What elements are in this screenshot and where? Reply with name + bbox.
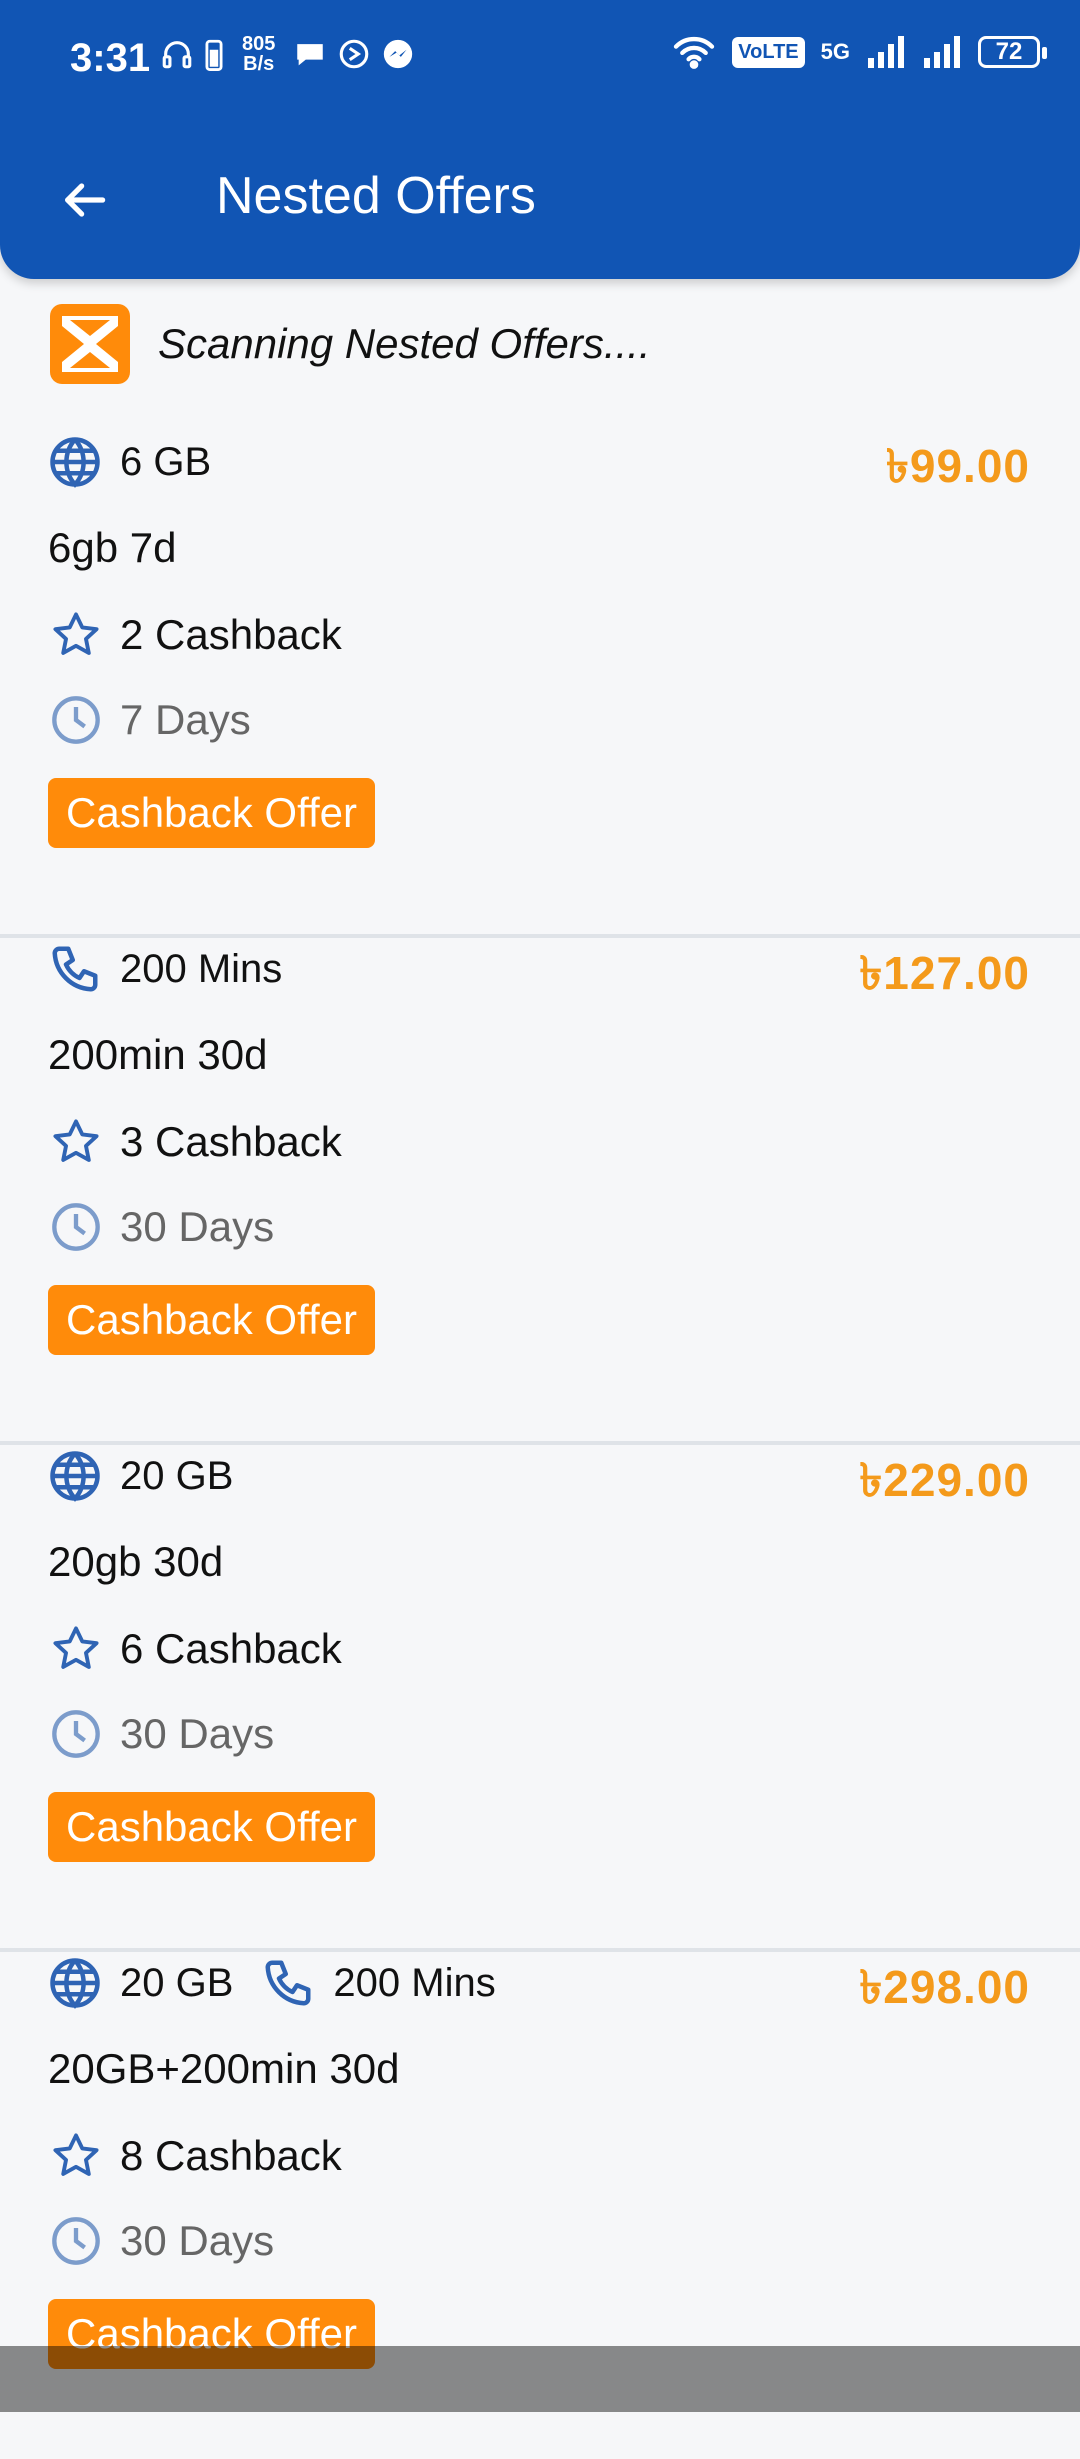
offer-features: 20 GB 200 Mins (48, 1953, 496, 2013)
star-icon (53, 2133, 99, 2176)
globe-icon (50, 1958, 100, 2009)
offer-features: 200 Mins (48, 939, 282, 999)
battery-saver-icon (205, 39, 223, 71)
arrow-left-icon (65, 183, 106, 217)
volte-badge: VoLTE (732, 36, 805, 68)
clock-icon (52, 696, 100, 744)
feature-minutes: 200 Mins (48, 942, 282, 996)
offer-cashback: 6 Cashback (50, 1623, 342, 1675)
globe-icon (50, 1451, 100, 1502)
divider (0, 1441, 1080, 1445)
offer-cashback: 3 Cashback (50, 1116, 342, 1168)
cashback-offer-button[interactable]: Cashback Offer (48, 778, 376, 848)
network-type: 5G (820, 39, 850, 64)
offer-validity: 30 Days (50, 2215, 274, 2267)
messenger-icon (384, 39, 413, 69)
clock-icon (52, 1203, 100, 1251)
offer-name: 20GB+200min 30d (48, 2045, 400, 2092)
app-bar: 3:31 805 B/s VoLTE 5G 72 Nested Offers (0, 0, 1080, 279)
status-bar: 3:31 805 B/s VoLTE 5G 72 (0, 0, 1080, 120)
feature-text: 20 GB (120, 1453, 234, 1498)
offer-card[interactable]: 6 GB ৳99.00 6gb 7d 2 Cashback 7 Days Cas… (0, 432, 1080, 938)
page-title: Nested Offers (216, 167, 536, 225)
feature-text: 20 GB (120, 1960, 234, 2005)
clock-icon (52, 2217, 100, 2265)
star-icon (53, 1626, 99, 1669)
offer-validity: 30 Days (50, 1708, 274, 1760)
signal-icon (868, 36, 904, 68)
offer-name: 200min 30d (48, 1031, 268, 1078)
divider (0, 1948, 1080, 1952)
divider (0, 934, 1080, 938)
offer-validity: 30 Days (50, 1201, 274, 1253)
chat-bubble-icon (297, 44, 324, 66)
offer-name: 6gb 7d (48, 524, 177, 571)
feature-text: 6 GB (120, 439, 212, 484)
feature-text: 200 Mins (333, 1960, 496, 2005)
feature-data: 20 GB (48, 1956, 233, 2010)
phone-icon (52, 946, 98, 992)
offer-name: 20gb 30d (48, 1538, 224, 1585)
offer-features: 6 GB (48, 432, 211, 492)
offer-features: 20 GB (48, 1446, 233, 1506)
battery-indicator: 72 (978, 36, 1047, 68)
hourglass-icon (50, 304, 130, 384)
cashback-offer-button[interactable]: Cashback Offer (48, 1285, 376, 1355)
phone-icon (265, 1960, 311, 2006)
offer-card[interactable]: 200 Mins ৳127.00 200min 30d 3 Cashback 3… (0, 939, 1080, 1445)
back-button[interactable] (48, 164, 120, 236)
feature-data: 20 GB (48, 1449, 233, 1503)
toolbar: Nested Offers (0, 140, 1080, 250)
wifi-icon (674, 36, 715, 69)
status-right-icons: VoLTE 5G 72 (672, 34, 1047, 70)
system-nav-bar (0, 2346, 1080, 2412)
feature-minutes: 200 Mins (261, 1956, 496, 2010)
offer-validity: 7 Days (50, 694, 251, 746)
offer-price: ৳127.00 (859, 947, 1030, 999)
scan-status: Scanning Nested Offers.... (46, 300, 651, 388)
star-icon (53, 612, 99, 655)
net-speed: 805 B/s (242, 33, 276, 75)
offer-card[interactable]: 20 GB ৳229.00 20gb 30d 6 Cashback 30 Day… (0, 1446, 1080, 1952)
offer-price: ৳298.00 (859, 1961, 1030, 2013)
globe-icon (50, 437, 100, 488)
feature-text: 200 Mins (120, 946, 283, 991)
signal-icon-2 (924, 36, 960, 68)
status-time: 3:31 (70, 36, 151, 80)
offer-price: ৳229.00 (859, 1454, 1030, 1506)
clock-icon (52, 1710, 100, 1758)
scan-text: Scanning Nested Offers.... (158, 320, 651, 367)
feature-data: 6 GB (48, 435, 211, 489)
sync-icon (340, 39, 369, 69)
offer-price: ৳99.00 (885, 440, 1030, 492)
offer-cashback: 8 Cashback (50, 2130, 342, 2182)
star-icon (53, 1119, 99, 1162)
headphones-icon (162, 41, 192, 69)
offer-cashback: 2 Cashback (50, 609, 342, 661)
status-left-icons: 805 B/s (160, 34, 415, 74)
cashback-offer-button[interactable]: Cashback Offer (48, 1792, 376, 1862)
